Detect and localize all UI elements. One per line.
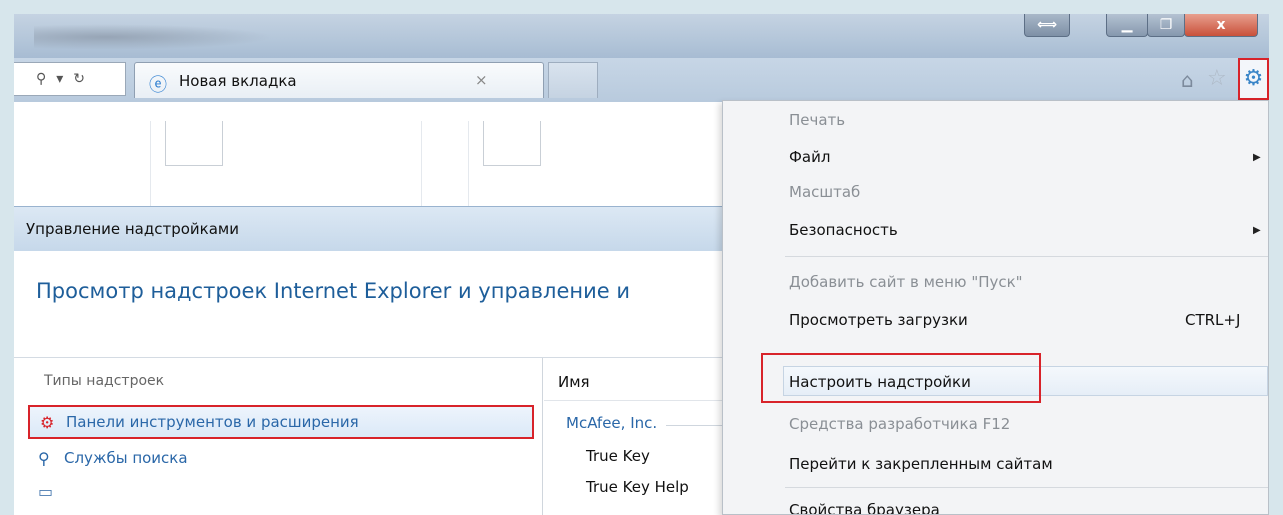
favorites-icon[interactable]: ☆ [1207,66,1227,91]
home-icon[interactable]: ⌂ [1181,68,1194,92]
address-bar-controls: ⚲ ▾ ↻ [14,62,126,96]
minimize-icon: ▁ [1121,17,1133,33]
dropdown-icon[interactable]: ▾ [56,71,63,87]
manage-addons-dialog: Управление надстройками Просмотр надстро… [14,206,734,515]
publisher-group: McAfee, Inc. [566,414,658,432]
tab-new[interactable]: ⓔ Новая вкладка × [134,62,544,98]
tile-thumbnail [483,121,541,166]
menu-item-zoom[interactable]: Масштаб [789,183,860,201]
minimize-button[interactable]: ▁ [1106,14,1148,37]
close-button[interactable]: x [1184,14,1258,37]
column-header-name[interactable]: Имя [558,373,590,391]
tools-menu: Печать Файл ▶ Масштаб Безопасность ▶ Доб… [722,100,1269,515]
navigation-bar: ⚲ ▾ ↻ ⓔ Новая вкладка × ⌂ ☆ ⚙ [14,58,1269,102]
title-bar-blur [34,24,274,50]
highlight-box [761,353,1041,403]
tile-thumbnail [165,121,223,166]
list-item[interactable]: True Key Help [586,478,689,496]
toolbar-gear-icon: ⚙ [40,412,55,432]
menu-separator [785,256,1268,257]
tools-button[interactable]: ⚙ [1238,58,1269,100]
tab-label: Новая вкладка [179,72,297,90]
type-label: Службы поиска [64,449,188,467]
maximize-button[interactable]: ❐ [1147,14,1185,37]
new-tab-tile[interactable] [468,121,740,212]
shortcut-label: CTRL+J [1185,311,1241,329]
dialog-title-bar: Управление надстройками [14,207,734,251]
menu-item-security[interactable]: Безопасность [789,221,898,239]
maximize-icon: ❐ [1159,17,1173,33]
close-label: x [1216,17,1226,33]
new-tab-tile[interactable] [150,121,422,212]
browser-window: ⟺ ▁ ❐ x ⚲ ▾ ↻ ⓔ Новая вкладка × ⌂ ☆ ⚙ Уп… [14,14,1269,515]
menu-item-pinned-sites[interactable]: Перейти к закрепленным сайтам [789,455,1053,473]
gear-icon: ⚙ [1243,66,1264,91]
addons-list-pane: Имя McAfee, Inc. True Key True Key Help [544,358,734,515]
menu-item-print[interactable]: Печать [789,111,845,129]
accelerator-icon: ▭ [38,481,54,501]
menu-item-add-to-start[interactable]: Добавить сайт в меню "Пуск" [789,273,1023,291]
arrows-icon[interactable]: ⟺ [1024,14,1070,37]
type-search-providers[interactable]: ⚲ Службы поиска [28,441,534,475]
type-accelerators[interactable]: ▭ [28,474,534,508]
menu-item-view-downloads[interactable]: Просмотреть загрузки [789,311,968,329]
type-label: Панели инструментов и расширения [66,413,359,431]
search-icon: ⚲ [38,448,50,468]
menu-item-browser-properties[interactable]: Свойства браузера [789,501,940,514]
tab-close-icon[interactable]: × [475,71,488,89]
ie-logo-icon: ⓔ [149,75,167,96]
refresh-icon[interactable]: ↻ [73,71,85,87]
new-tab-button[interactable] [548,62,598,98]
header-divider [544,400,734,401]
dialog-title: Управление надстройками [26,220,239,238]
types-label: Типы надстроек [44,373,165,389]
menu-item-dev-tools[interactable]: Средства разработчика F12 [789,415,1010,433]
menu-separator [785,487,1268,488]
dialog-heading: Просмотр надстроек Internet Explorer и у… [36,279,630,303]
title-bar: ⟺ ▁ ❐ x [14,14,1269,58]
submenu-arrow-icon: ▶ [1253,152,1261,163]
search-icon[interactable]: ⚲ [36,71,46,87]
list-item[interactable]: True Key [586,447,650,465]
addon-types-pane: Типы надстроек ⚙ Панели инструментов и р… [14,358,543,515]
menu-item-file[interactable]: Файл [789,148,830,166]
submenu-arrow-icon: ▶ [1253,225,1261,236]
type-toolbars-extensions[interactable]: ⚙ Панели инструментов и расширения [28,405,534,439]
